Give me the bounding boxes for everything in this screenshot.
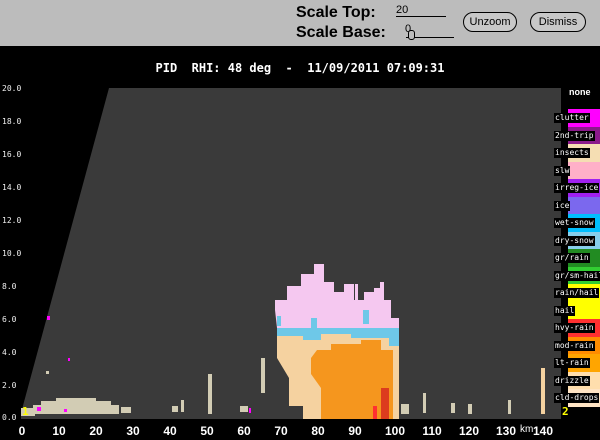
y-tick: 12.0 [2, 216, 22, 225]
rhi-plot-svg [21, 88, 567, 419]
scale-top-slider[interactable] [396, 16, 446, 17]
x-tick: 110 [422, 424, 442, 438]
legend-item-label[interactable]: gr/sm-hail [554, 270, 600, 281]
unscanned-wedge [21, 88, 109, 413]
corner-label-right: 2 [562, 405, 569, 418]
corner-label-left: 1 [22, 405, 29, 418]
y-tick: 16.0 [2, 150, 22, 159]
x-tick: 80 [311, 424, 325, 438]
legend-item-label[interactable]: irreg-ice [554, 183, 600, 193]
y-tick: 20.0 [2, 84, 22, 93]
legend-item-label[interactable]: dry-snow [554, 235, 595, 246]
scale-top-value: 20 [396, 4, 409, 16]
legend-item-label[interactable]: wet-snow [554, 218, 595, 228]
x-tick: 70 [274, 424, 288, 438]
x-tick: 140 [532, 424, 554, 438]
x-tick: 10 [52, 424, 66, 438]
plot-title: PID RHI: 48 deg - 11/09/2011 07:09:31 [155, 61, 445, 75]
rhi-plot-area[interactable] [21, 88, 567, 419]
scale-top-label: Scale Top: [296, 4, 376, 21]
legend-item-label[interactable]: mod-rain [554, 340, 595, 351]
y-tick: 6.0 [2, 315, 17, 324]
legend-item-label[interactable]: insects [554, 148, 590, 158]
legend-item-label[interactable]: hail [554, 305, 576, 316]
legend-item-label[interactable]: 2nd-trip [554, 130, 595, 141]
x-tick: 60 [237, 424, 251, 438]
x-axis-unit: km [520, 424, 534, 435]
y-tick: 4.0 [2, 348, 17, 357]
y-tick: 2.0 [2, 381, 17, 390]
legend-item-label[interactable]: ice [554, 200, 571, 211]
y-tick: 18.0 [2, 117, 22, 126]
scale-base-label: Scale Base: [296, 24, 386, 41]
scale-base-slider-handle[interactable] [408, 30, 415, 40]
legend-swatch [568, 161, 600, 179]
y-tick: 0.0 [2, 413, 17, 422]
storm-cell [275, 264, 399, 419]
legend-item-label[interactable]: gr/rain [554, 253, 590, 263]
x-tick: 40 [163, 424, 177, 438]
y-tick: 14.0 [2, 183, 22, 192]
y-tick: 10.0 [2, 249, 22, 258]
legend-item-label[interactable]: lt-rain [554, 358, 590, 368]
x-tick: 90 [348, 424, 362, 438]
x-tick: 100 [384, 424, 406, 438]
x-tick: 130 [495, 424, 517, 438]
unzoom-button[interactable]: Unzoom [463, 12, 517, 32]
legend-item-label[interactable]: clutter [554, 113, 590, 123]
legend-none-label: none [569, 87, 591, 97]
legend-item-label[interactable]: rain/hail [554, 288, 600, 298]
dismiss-button[interactable]: Dismiss [530, 12, 586, 32]
legend-item-label[interactable]: hvy-rain [554, 323, 595, 333]
x-tick: 0 [18, 424, 26, 438]
legend-item-label[interactable]: slw [554, 165, 571, 176]
legend-swatch [568, 196, 600, 214]
x-tick: 50 [200, 424, 214, 438]
x-tick: 30 [126, 424, 140, 438]
x-tick: 120 [458, 424, 480, 438]
y-tick: 8.0 [2, 282, 17, 291]
legend-item-label[interactable]: drizzle [554, 375, 590, 386]
legend-item-label[interactable]: cld-drops [554, 393, 600, 403]
x-tick: 20 [89, 424, 103, 438]
control-panel: Scale Top: 20 Scale Base: 0 Unzoom Dismi… [0, 0, 600, 46]
